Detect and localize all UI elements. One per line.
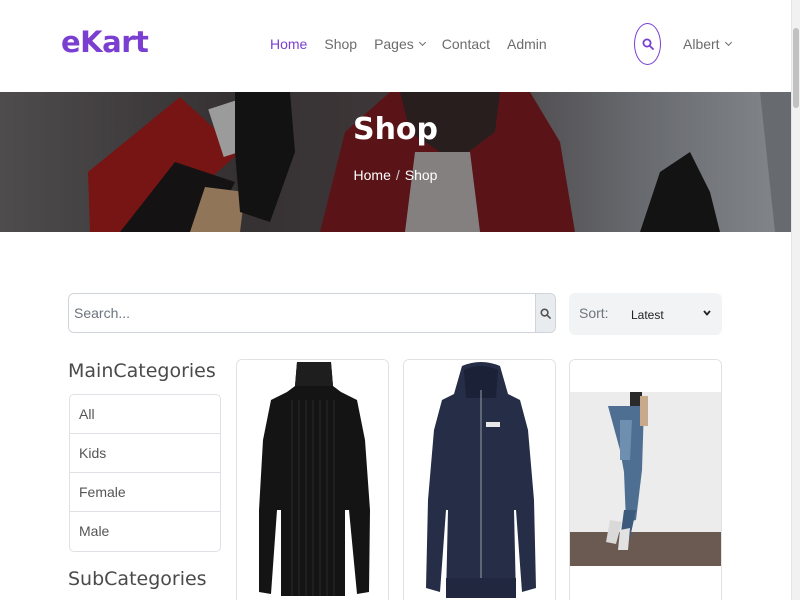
nav-link-contact[interactable]: Contact	[442, 36, 490, 52]
hero-banner: Shop Home / Shop	[0, 92, 791, 232]
sub-categories-heading: SubCategories	[68, 568, 207, 590]
category-item-female[interactable]: Female	[70, 473, 220, 512]
brand-logo[interactable]: eKart	[61, 25, 149, 59]
main-categories-heading: MainCategories	[68, 360, 216, 382]
chevron-down-icon	[418, 38, 426, 47]
sort-select[interactable]: Latest	[631, 308, 664, 322]
breadcrumb-home[interactable]: Home	[354, 167, 391, 183]
main-categories-list: All Kids Female Male	[69, 394, 221, 552]
scrollbar-thumb[interactable]	[793, 28, 799, 108]
product-search	[68, 293, 556, 333]
nav-link-home[interactable]: Home	[270, 36, 307, 52]
product-card[interactable]	[569, 359, 722, 600]
nav-link-pages[interactable]: Pages	[374, 36, 426, 52]
product-image-blue-jeans	[570, 360, 721, 600]
sort-control: Sort: Latest	[569, 293, 722, 335]
user-name: Albert	[683, 36, 720, 52]
nav-link-admin[interactable]: Admin	[507, 36, 547, 52]
chevron-down-icon	[724, 38, 732, 47]
nav-menu: Home Shop Pages Contact Admin	[270, 36, 564, 52]
product-image-black-sweater	[237, 360, 388, 600]
page-title: Shop	[352, 112, 439, 147]
search-button[interactable]	[535, 294, 555, 332]
category-item-kids[interactable]: Kids	[70, 434, 220, 473]
nav-link-shop[interactable]: Shop	[324, 36, 357, 52]
product-image-navy-hoodie	[404, 360, 555, 600]
search-icon	[540, 307, 551, 319]
navbar: eKart Home Shop Pages Contact Admin Albe…	[0, 0, 791, 92]
product-card[interactable]	[403, 359, 556, 600]
breadcrumb-current: Shop	[404, 167, 438, 183]
search-input[interactable]	[69, 294, 535, 332]
chevron-down-icon	[703, 310, 711, 316]
product-card[interactable]	[236, 359, 389, 600]
user-menu[interactable]: Albert	[683, 36, 732, 52]
search-icon	[642, 38, 654, 50]
category-item-male[interactable]: Male	[70, 512, 220, 551]
breadcrumb: Home / Shop	[0, 167, 791, 183]
page-scrollbar[interactable]	[791, 0, 800, 600]
category-item-all[interactable]: All	[70, 395, 220, 434]
sort-label: Sort:	[579, 305, 609, 321]
breadcrumb-separator: /	[395, 167, 400, 183]
nav-search-button[interactable]	[634, 23, 661, 65]
